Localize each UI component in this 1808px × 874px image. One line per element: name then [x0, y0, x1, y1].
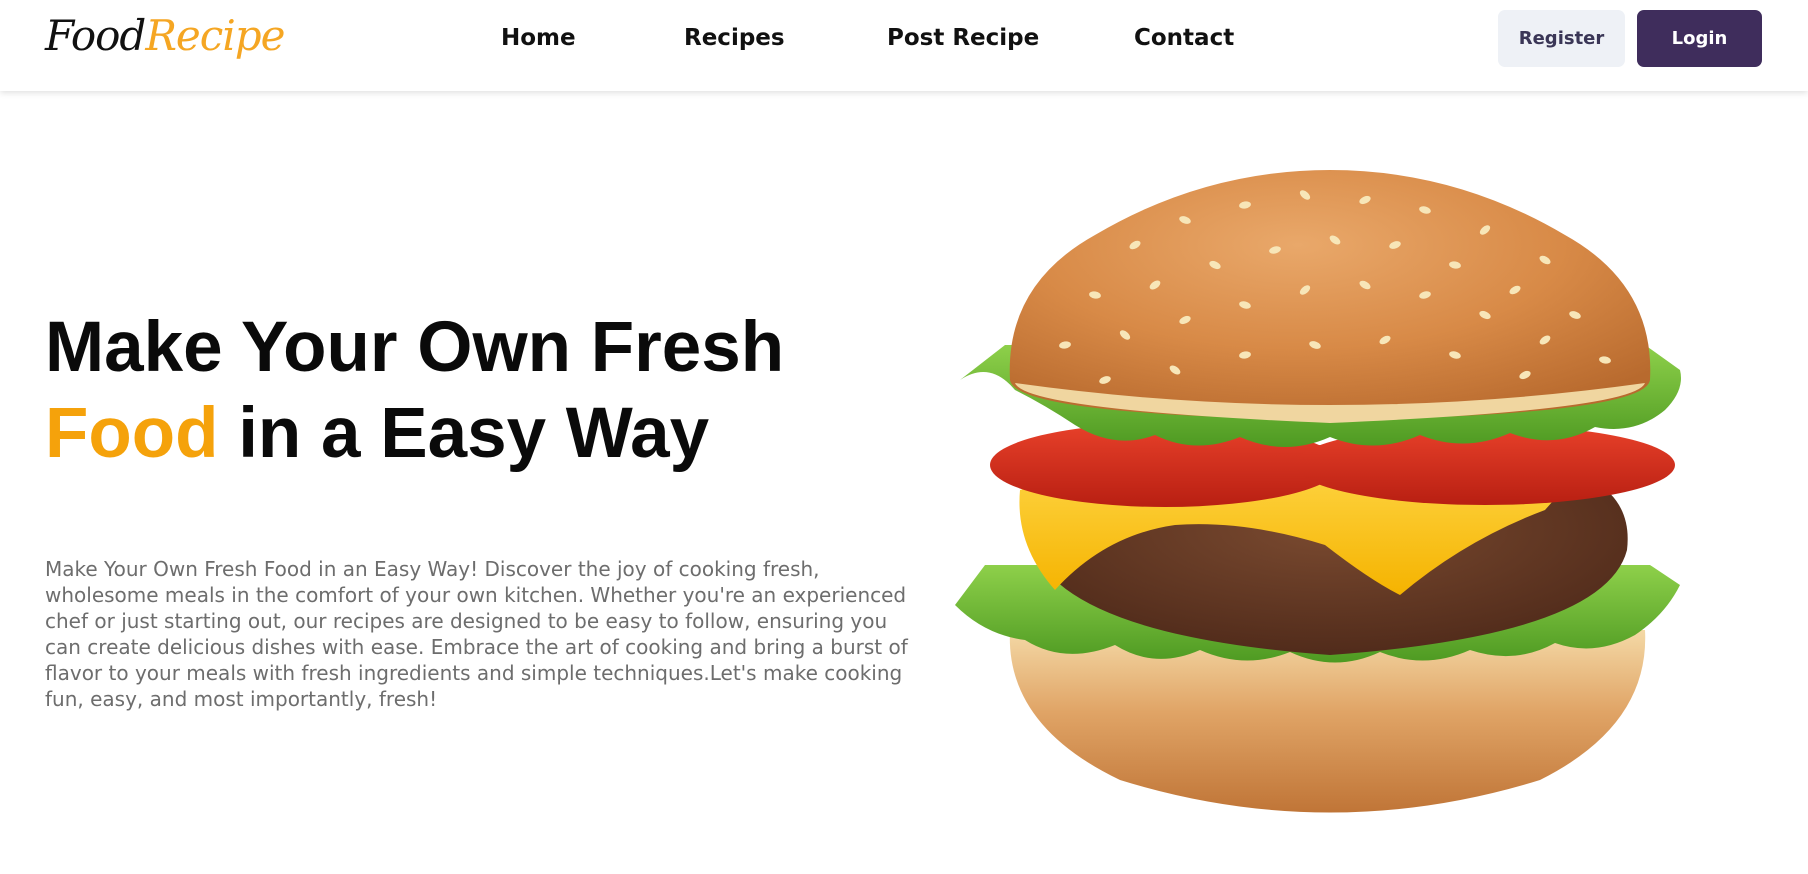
nav-link-contact[interactable]: Contact: [1134, 22, 1234, 54]
logo-part-food: Food: [45, 11, 146, 60]
burger-image: [955, 170, 1681, 813]
logo-part-recipe: Recipe: [145, 11, 285, 60]
register-button[interactable]: Register: [1498, 10, 1625, 67]
site-logo[interactable]: FoodRecipe: [45, 6, 286, 66]
hero-title: Make Your Own Fresh Food in a Easy Way: [45, 305, 905, 477]
hero-title-line1: Make Your Own Fresh: [45, 308, 785, 387]
nav-link-recipes[interactable]: Recipes: [684, 22, 785, 54]
hero-description: Make Your Own Fresh Food in an Easy Way!…: [45, 557, 908, 711]
hero-title-line2: in a Easy Way: [218, 394, 710, 473]
login-button[interactable]: Login: [1637, 10, 1762, 67]
nav-link-home[interactable]: Home: [501, 22, 576, 54]
hero-title-accent: Food: [45, 394, 219, 473]
nav-link-post-recipe[interactable]: Post Recipe: [887, 22, 1039, 54]
top-navbar: FoodRecipe Home Recipes Post Recipe Cont…: [0, 0, 1808, 91]
